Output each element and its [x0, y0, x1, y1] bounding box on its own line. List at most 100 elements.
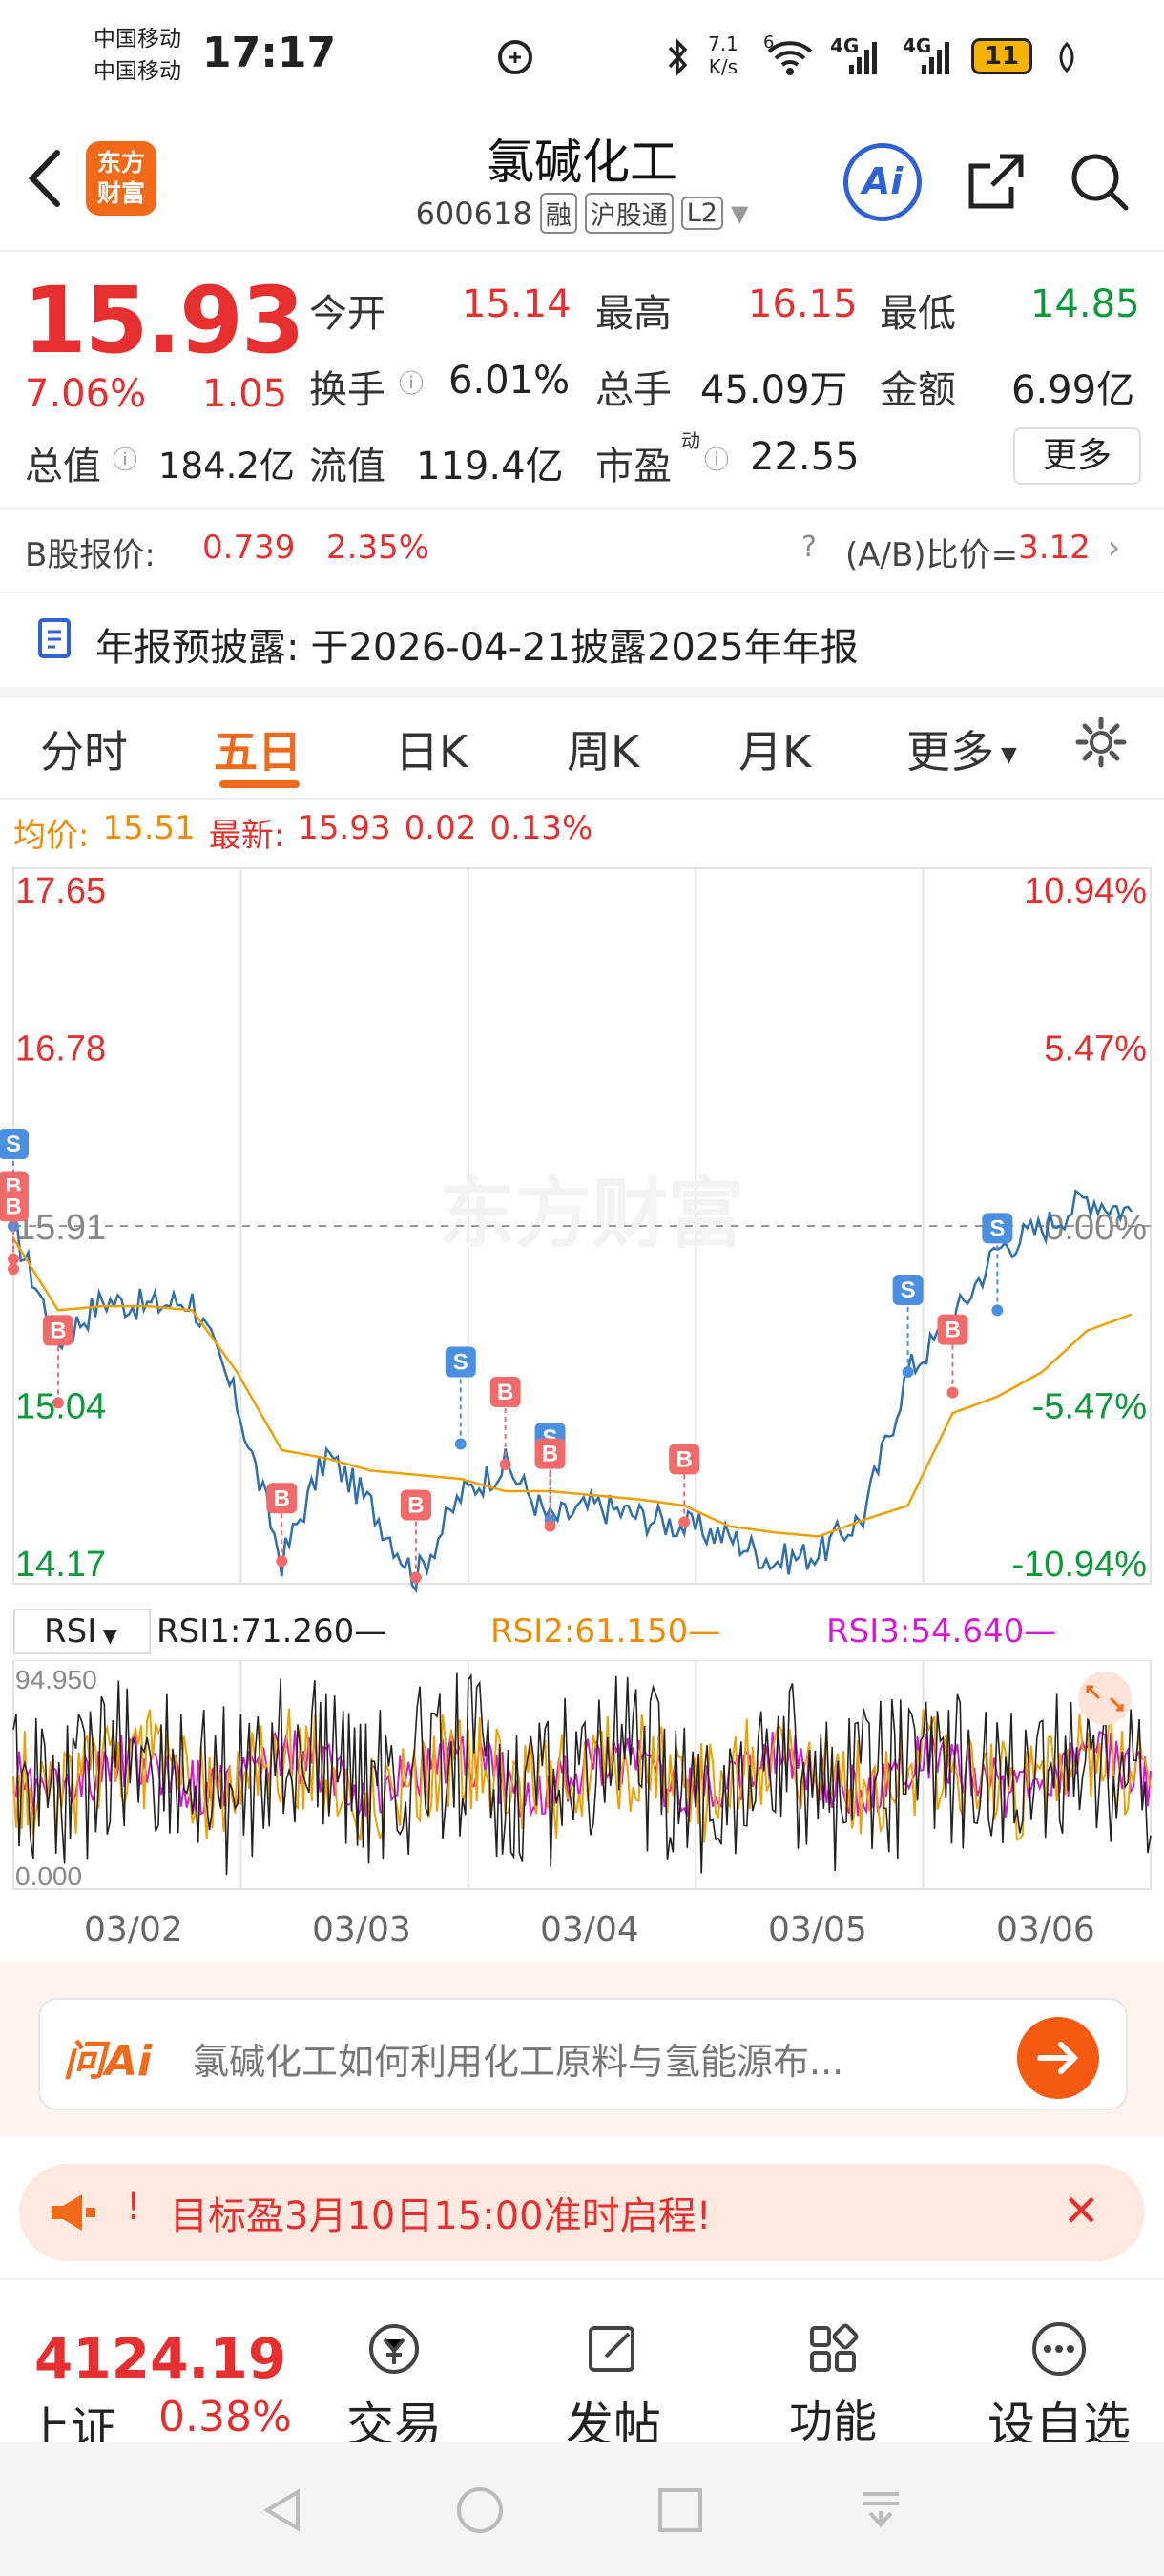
- info-icon[interactable]: ⓘ: [399, 364, 424, 400]
- stock-name: 氯碱化工: [487, 135, 677, 190]
- tab-daily-k[interactable]: 日K: [395, 717, 468, 780]
- tab-more[interactable]: 更多 ▼: [906, 717, 1017, 780]
- chart-info-row: 均价: 15.51 最新: 15.93 0.02 0.13%: [13, 809, 593, 855]
- recent-apps-icon[interactable]: [655, 2484, 706, 2540]
- rsi-selector[interactable]: RSI ▼: [13, 1609, 151, 1654]
- yen-exchange-icon: [369, 2324, 419, 2374]
- change-pct: 7.06%: [25, 372, 147, 416]
- sell-mark-label: S: [453, 1349, 468, 1375]
- y-tick-right: -10.94%: [1011, 1545, 1147, 1585]
- low-value: 14.85: [1030, 282, 1140, 326]
- open-value: 15.14: [462, 282, 572, 326]
- back-button[interactable]: [21, 145, 69, 216]
- trade-mark-dot: [991, 1304, 1004, 1317]
- help-icon[interactable]: ?: [801, 530, 817, 564]
- info-icon[interactable]: ⓘ: [113, 441, 137, 476]
- ai-button[interactable]: Ai: [843, 143, 922, 221]
- nav-functions[interactable]: 功能: [761, 2318, 904, 2450]
- notification-pull-icon[interactable]: [855, 2484, 906, 2540]
- ask-ai-logo: 问Ai: [63, 2037, 153, 2086]
- more-dots-icon: [1032, 2322, 1086, 2376]
- ask-ai-prompt[interactable]: 氯碱化工如何利用化工原料与氢能源布...: [193, 2032, 975, 2085]
- net-speed: 7.1 K/s: [708, 32, 738, 78]
- x-tick: 03/04: [540, 1910, 639, 1949]
- ask-ai-box[interactable]: 问Ai 氯碱化工如何利用化工原料与氢能源布...: [38, 1998, 1128, 2110]
- trade-mark-dot: [409, 1571, 422, 1584]
- mktcap-value: 184.2亿: [158, 446, 295, 487]
- nav-add-watchlist[interactable]: 设自选: [973, 2318, 1145, 2456]
- buy-mark-label: B: [5, 1194, 21, 1219]
- tab-weekly-k[interactable]: 周K: [567, 717, 639, 780]
- five-day-chart[interactable]: 东方财富17.6510.94%16.785.47%15.910.00%15.04…: [0, 859, 1164, 1603]
- high-value: 16.15: [748, 282, 858, 326]
- arrow-right-icon: [1037, 2042, 1079, 2074]
- rsi1-label: RSI1:71.260—: [156, 1612, 387, 1651]
- level-tag: L2: [680, 197, 723, 230]
- ask-ai-send-button[interactable]: [1017, 2017, 1099, 2099]
- stock-code: 600618: [415, 195, 532, 232]
- trade-mark-dot: [499, 1459, 511, 1470]
- margin-tag: 融: [539, 193, 577, 234]
- chevron-down-icon: ▼: [730, 199, 749, 227]
- battery-icon: 11: [971, 38, 1032, 74]
- grid-icon: [810, 2323, 859, 2372]
- edit-icon: [589, 2326, 634, 2372]
- pe-value: 22.55: [750, 435, 860, 479]
- rsi-min-label: 0.000: [15, 1861, 82, 1891]
- y-tick-right: 5.47%: [1044, 1029, 1147, 1070]
- more-quote-button[interactable]: 更多: [1013, 427, 1141, 485]
- avg-price-line: [11, 1237, 1133, 1538]
- annual-report-notice[interactable]: 年报预披露: 于2026-04-21披露2025年年报: [95, 616, 859, 672]
- carrier-1: 中国移动: [94, 27, 181, 52]
- x-tick: 03/02: [84, 1910, 183, 1949]
- rsi-chart[interactable]: 94.950 0.000: [0, 1660, 1164, 1908]
- index-pct: 0.38%: [158, 2393, 292, 2441]
- buy-mark-label: B: [407, 1493, 424, 1519]
- settings-icon[interactable]: [1072, 714, 1130, 775]
- system-nav-bar: [0, 2442, 1164, 2576]
- carrier-2: 中国移动: [94, 59, 181, 84]
- y-tick-left: 16.78: [15, 1029, 106, 1070]
- close-icon[interactable]: ✕: [1063, 2185, 1100, 2236]
- y-tick-left: 14.17: [15, 1545, 106, 1585]
- volume-value: 45.09万: [700, 368, 848, 412]
- share-icon[interactable]: [962, 149, 1029, 219]
- rsi2-label: RSI2:61.150—: [490, 1612, 721, 1651]
- buy-mark-label: B: [274, 1485, 290, 1511]
- trade-mark-dot: [8, 1263, 19, 1276]
- buy-mark-label: B: [50, 1318, 66, 1343]
- trade-mark-dot: [544, 1520, 556, 1532]
- search-icon[interactable]: [1067, 149, 1133, 219]
- y-tick-right: -5.47%: [1032, 1387, 1147, 1427]
- app-logo[interactable]: 东方 财富: [86, 141, 156, 216]
- sync-icon: [494, 29, 536, 86]
- connect-tag: 沪股通: [584, 193, 674, 234]
- promo-banner[interactable]: ! 目标盈3月10日15:00准时启程! ✕: [19, 2164, 1145, 2261]
- home-circle-icon[interactable]: [454, 2484, 506, 2540]
- change-amt: 1.05: [202, 372, 288, 416]
- back-triangle-icon[interactable]: [258, 2484, 309, 2540]
- banner-text: 目标盈3月10日15:00准时启程!: [170, 2194, 712, 2238]
- y-tick-right: 10.94%: [1024, 871, 1147, 911]
- info-icon[interactable]: ⓘ: [704, 441, 729, 476]
- bluetooth-icon: [664, 29, 693, 86]
- stock-code-row[interactable]: 600618 融 沪股通 L2 ▼: [286, 193, 878, 234]
- rsi-max-label: 94.950: [15, 1665, 97, 1694]
- last-price: 15.93: [23, 267, 305, 374]
- x-tick: 03/06: [996, 1910, 1095, 1949]
- watermark: 东方财富: [439, 1172, 744, 1257]
- buy-mark-label: B: [945, 1318, 961, 1343]
- expand-chart-button: [1078, 1672, 1132, 1725]
- trade-mark-dot: [276, 1555, 288, 1568]
- tab-intraday[interactable]: 分时: [40, 717, 128, 780]
- ab-ratio[interactable]: (A/B)比价= 3.12 ›: [845, 529, 1120, 575]
- bshare-price: 0.739: [202, 529, 296, 567]
- nav-trade[interactable]: 交易: [322, 2318, 466, 2456]
- x-axis: 03/02 03/03 03/04 03/05 03/06: [0, 1910, 1164, 1958]
- tab-five-day[interactable]: 五日: [214, 717, 301, 780]
- nav-post[interactable]: 发帖: [542, 2318, 685, 2456]
- rsi3-label: RSI3:54.640—: [826, 1612, 1057, 1651]
- tab-monthly-k[interactable]: 月K: [738, 717, 811, 780]
- index-value[interactable]: 4124.19: [34, 2326, 286, 2391]
- y-tick-right: 0.00%: [1044, 1208, 1147, 1248]
